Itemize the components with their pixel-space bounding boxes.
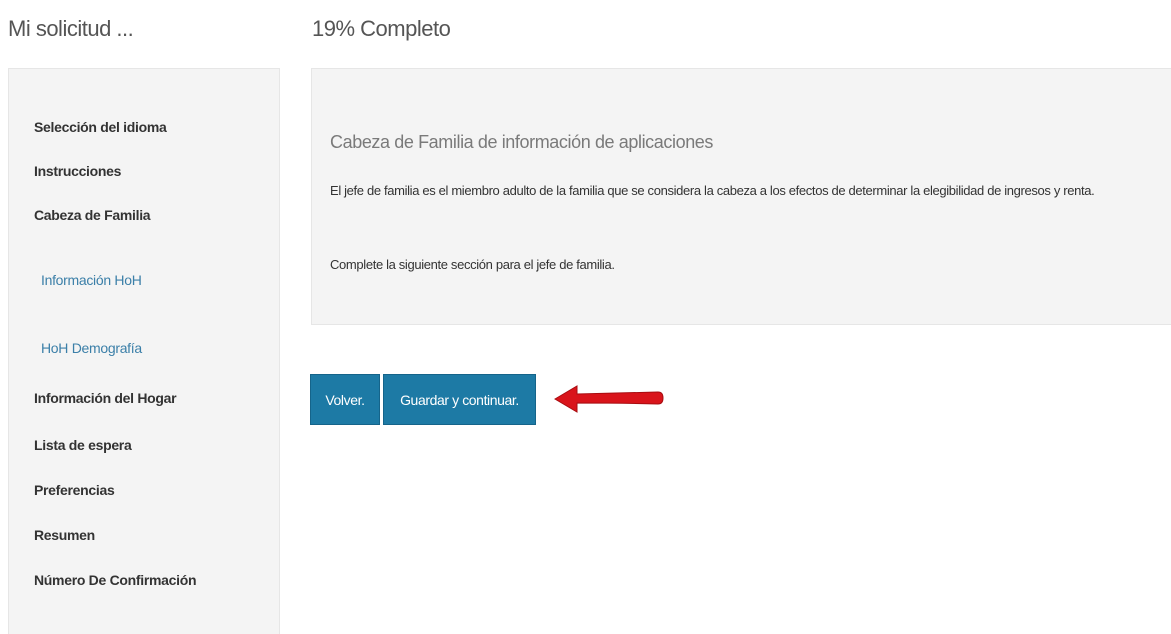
sidebar-item-confirmation-number[interactable]: Número De Confirmación (34, 572, 197, 588)
save-and-continue-button[interactable]: Guardar y continuar. (383, 374, 536, 425)
section-description: El jefe de familia es el miembro adulto … (330, 183, 1095, 198)
sidebar-item-preferences[interactable]: Preferencias (34, 482, 115, 498)
sidebar-item-household-info[interactable]: Información del Hogar (34, 390, 177, 406)
sidebar-subitem-hoh-demographics[interactable]: HoH Demografía (41, 340, 142, 356)
info-panel: Cabeza de Familia de información de apli… (311, 68, 1171, 325)
sidebar-subitem-hoh-info[interactable]: Información HoH (41, 272, 142, 288)
section-instruction: Complete la siguiente sección para el je… (330, 257, 615, 272)
progress-text: 19% Completo (312, 16, 451, 41)
red-arrow-left-icon (554, 385, 664, 413)
sidebar-item-head-of-household[interactable]: Cabeza de Familia (34, 207, 151, 223)
sidebar-nav: Selección del idioma Instrucciones Cabez… (8, 68, 280, 634)
section-heading: Cabeza de Familia de información de apli… (330, 132, 714, 152)
sidebar-item-language[interactable]: Selección del idioma (34, 119, 167, 135)
sidebar-item-summary[interactable]: Resumen (34, 527, 95, 543)
sidebar-item-waitlist[interactable]: Lista de espera (34, 437, 132, 453)
sidebar-item-instructions[interactable]: Instrucciones (34, 163, 121, 179)
application-page: Mi solicitud ... 19% Completo Selección … (0, 0, 1171, 634)
app-title: Mi solicitud ... (8, 16, 134, 41)
back-button[interactable]: Volver. (310, 374, 380, 425)
